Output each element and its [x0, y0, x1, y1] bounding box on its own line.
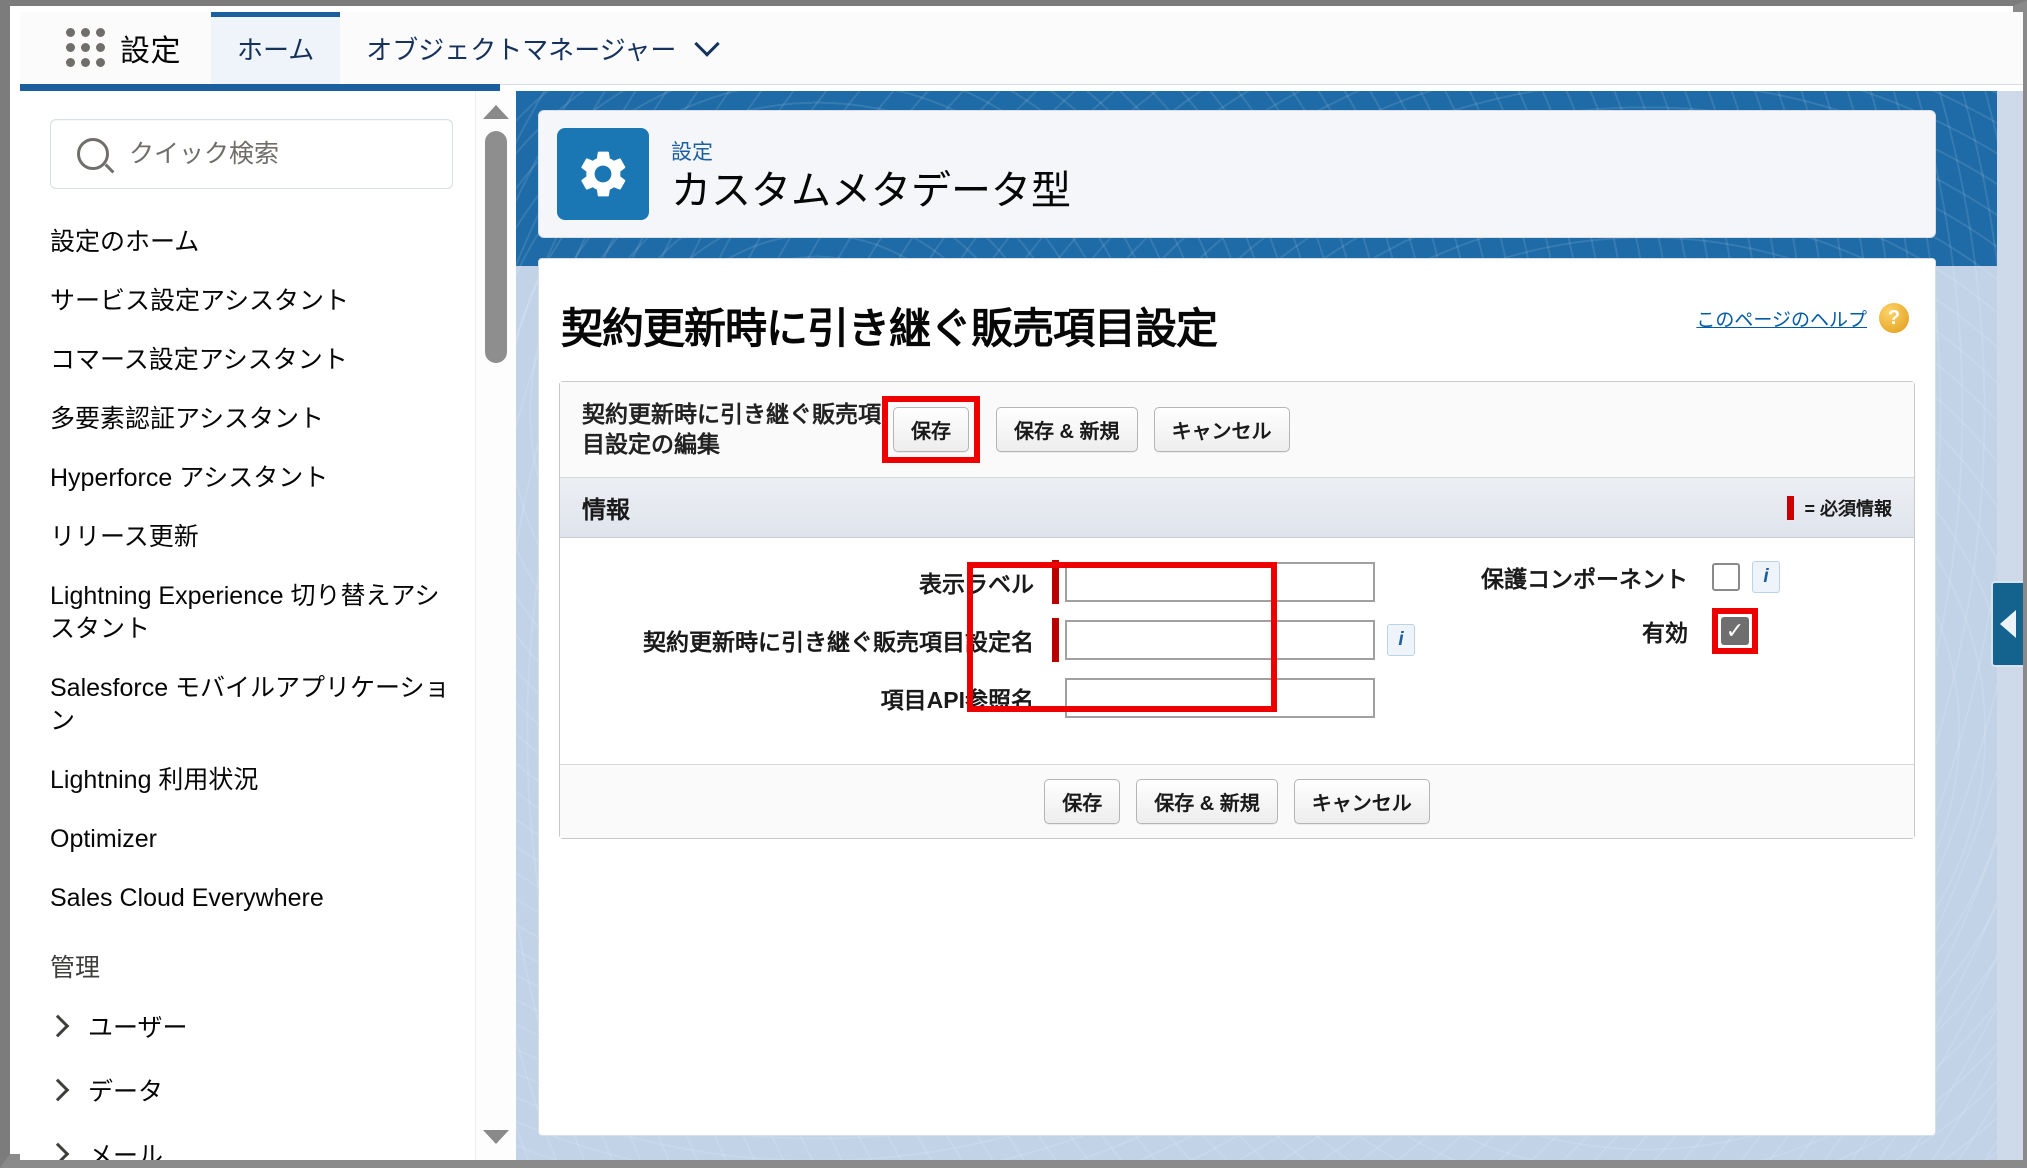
sidebar-item-email-label: メール	[88, 1142, 164, 1160]
sidebar-accent-bar	[20, 84, 500, 91]
sidebar-item-data-label: データ	[88, 1078, 164, 1106]
required-legend: = 必須情報	[1787, 495, 1892, 521]
scroll-up-arrow-icon[interactable]	[483, 105, 509, 119]
field-label-is-active: 有効	[1642, 620, 1688, 646]
edit-form-block: 契約更新時に引き継ぐ販売項目設定の編集 保存 保存 & 新規 キャンセル 情報	[559, 381, 1915, 839]
field-row-field-api-name: 項目API参照名	[582, 676, 1375, 720]
sidebar-item-commerce-setup-assistant[interactable]: コマース設定アシスタント	[20, 331, 475, 390]
tab-home-label: ホーム	[237, 34, 315, 65]
page-help-link[interactable]: このページのヘルプ	[1696, 305, 1867, 332]
search-input[interactable]	[127, 138, 452, 170]
content-sheet: 契約更新時に引き継ぐ販売項目設定 このページのヘルプ ? 契約更新時に引き継ぐ販…	[538, 258, 1936, 1136]
display-label-input[interactable]	[1065, 562, 1375, 602]
save-and-new-button-top[interactable]: 保存 & 新規	[996, 407, 1138, 452]
sidebar-nav-list: 設定のホーム サービス設定アシスタント コマース設定アシスタント 多要素認証アシ…	[20, 213, 475, 1160]
top-button-row: 保存 保存 & 新規 キャンセル	[882, 396, 1290, 463]
sidebar-section-administration: 管理	[50, 954, 101, 982]
app-launcher-icon[interactable]	[66, 28, 106, 68]
chevron-right-icon	[46, 1142, 70, 1160]
sidebar-item-users[interactable]: ユーザー	[20, 994, 475, 1058]
scroll-down-arrow-icon[interactable]	[483, 1130, 509, 1144]
is-active-checkbox[interactable]: ✓	[1721, 617, 1749, 645]
field-label-record-name: 契約更新時に引き継ぐ販売項目設定名	[643, 629, 1034, 655]
bottom-button-group: 保存 保存 & 新規 キャンセル	[1044, 779, 1430, 824]
search-icon	[77, 138, 109, 170]
checkbox-wrap-protected-component: i	[1712, 561, 1780, 593]
edit-form-topbar: 契約更新時に引き継ぐ販売項目設定の編集 保存 保存 & 新規 キャンセル	[560, 382, 1914, 478]
protected-component-checkbox[interactable]	[1712, 563, 1740, 591]
required-marker-icon	[1052, 618, 1059, 662]
field-input-wrap-field-api-name	[1052, 676, 1375, 720]
sidebar-item-setup-home[interactable]: 設定のホーム	[20, 213, 475, 272]
sidebar-item-email[interactable]: メール	[20, 1122, 475, 1160]
page-header-card: 設定 カスタムメタデータ型	[538, 110, 1936, 238]
form-grid: 表示ラベル 契約更新時に引き継ぐ販売項目設定名 i 項目API参照名 保護コンポ…	[582, 560, 1892, 734]
field-label-display-label: 表示ラベル	[919, 571, 1034, 597]
info-icon[interactable]: i	[1752, 561, 1780, 593]
chevron-right-icon	[46, 1014, 70, 1038]
field-row-is-active: 有効 ✓	[1412, 608, 1892, 654]
global-header: 設定 ホーム オブジェクトマネージャー	[20, 12, 2023, 85]
panel-collapse-toggle[interactable]	[1991, 581, 2023, 667]
form-area: 表示ラベル 契約更新時に引き継ぐ販売項目設定名 i 項目API参照名 保護コンポ…	[560, 538, 1914, 764]
sidebar-item-mfa-assistant[interactable]: 多要素認証アシスタント	[20, 390, 475, 449]
is-active-checkbox-highlight: ✓	[1712, 608, 1758, 654]
required-marker-placeholder	[1052, 676, 1059, 720]
sidebar-item-optimizer[interactable]: Optimizer	[20, 810, 475, 869]
field-label-field-api-name: 項目API参照名	[880, 687, 1034, 713]
record-name-input[interactable]	[1065, 620, 1375, 660]
save-button-top[interactable]: 保存	[893, 407, 969, 452]
breadcrumb: 設定	[671, 140, 713, 164]
sidebar-item-lightning-usage[interactable]: Lightning 利用状況	[20, 751, 475, 810]
arrow-left-icon	[2000, 610, 2016, 638]
sidebar-item-data[interactable]: データ	[20, 1058, 475, 1122]
question-mark-icon[interactable]: ?	[1879, 303, 1909, 333]
field-label-protected-component: 保護コンポーネント	[1481, 566, 1688, 592]
page-object-title: カスタムメタデータ型	[671, 168, 1071, 213]
sidebar-item-users-label: ユーザー	[88, 1014, 188, 1042]
required-marker-icon	[1787, 495, 1795, 520]
cancel-button-top[interactable]: キャンセル	[1153, 407, 1290, 452]
form-column-right: 保護コンポーネント i 有効 ✓	[1342, 560, 1892, 734]
field-input-wrap-display-label	[1052, 560, 1375, 604]
form-column-left: 表示ラベル 契約更新時に引き継ぐ販売項目設定名 i 項目API参照名	[582, 560, 1415, 734]
sidebar-item-service-setup-assistant[interactable]: サービス設定アシスタント	[20, 272, 475, 331]
sidebar-item-salesforce-mobile-app[interactable]: Salesforce モバイルアプリケーション	[20, 659, 475, 751]
sidebar-scrollbar[interactable]	[475, 91, 516, 1160]
required-marker-icon	[1052, 560, 1059, 604]
tab-object-manager-label: オブジェクトマネージャー	[366, 34, 677, 65]
sidebar-item-lightning-experience-transition-assistant[interactable]: Lightning Experience 切り替えアシスタント	[20, 567, 475, 659]
tab-home[interactable]: ホーム	[211, 12, 341, 84]
checkbox-wrap-is-active: ✓	[1712, 608, 1758, 654]
field-api-name-input[interactable]	[1065, 678, 1375, 718]
field-row-record-name: 契約更新時に引き継ぐ販売項目設定名 i	[582, 618, 1415, 662]
sidebar-scrollbar-thumb[interactable]	[485, 131, 507, 363]
sidebar-item-sales-cloud-everywhere[interactable]: Sales Cloud Everywhere	[20, 869, 475, 928]
tab-object-manager[interactable]: オブジェクトマネージャー	[340, 12, 742, 84]
sidebar-item-release-updates[interactable]: リリース更新	[20, 508, 475, 567]
chevron-down-icon	[694, 31, 721, 57]
save-and-new-button-bottom[interactable]: 保存 & 新規	[1136, 779, 1278, 824]
setup-sidebar: 設定のホーム サービス設定アシスタント コマース設定アシスタント 多要素認証アシ…	[20, 91, 475, 1160]
main-content-region: 設定 カスタムメタデータ型 契約更新時に引き継ぐ販売項目設定 このページのヘルプ…	[516, 91, 2023, 1160]
chevron-right-icon	[46, 1078, 70, 1102]
help-area: このページのヘルプ ?	[1696, 303, 1909, 333]
sidebar-item-hyperforce-assistant[interactable]: Hyperforce アシスタント	[20, 449, 475, 508]
bottom-button-row: 保存 保存 & 新規 キャンセル	[560, 764, 1914, 838]
information-section-bar: 情報 = 必須情報	[560, 478, 1914, 538]
information-section-title: 情報	[582, 497, 630, 524]
quick-find-container[interactable]	[50, 119, 453, 189]
setup-label: 設定	[120, 35, 181, 68]
save-button-highlight: 保存	[882, 396, 980, 463]
cancel-button-bottom[interactable]: キャンセル	[1293, 779, 1430, 824]
field-row-protected-component: 保護コンポーネント i	[1412, 560, 1892, 594]
gear-icon	[557, 128, 649, 220]
save-button-bottom[interactable]: 保存	[1044, 779, 1121, 824]
edit-form-heading: 契約更新時に引き継ぐ販売項目設定の編集	[582, 401, 881, 457]
field-row-display-label: 表示ラベル	[582, 560, 1375, 604]
window-content: 設定 ホーム オブジェクトマネージャー 設定のホーム サービス設定アシスタント …	[20, 12, 2023, 1160]
browser-window-frame: 設定 ホーム オブジェクトマネージャー 設定のホーム サービス設定アシスタント …	[0, 0, 2027, 1168]
required-legend-label: = 必須情報	[1804, 498, 1892, 519]
